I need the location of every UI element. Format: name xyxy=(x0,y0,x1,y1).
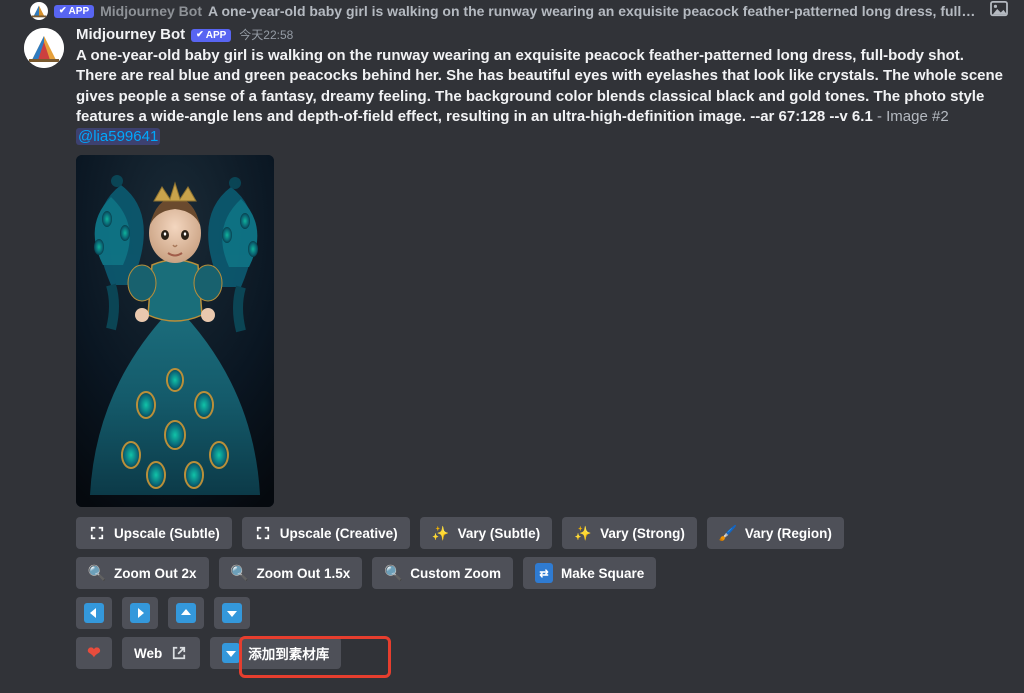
button-rows: Upscale (Subtle) Upscale (Creative) ✨ Va… xyxy=(76,517,1008,669)
message: Midjourney Bot ✔ APP 今天22:58 A one-year-… xyxy=(24,26,1008,669)
external-link-icon xyxy=(170,644,188,662)
label: Vary (Region) xyxy=(745,526,832,541)
button-row-3 xyxy=(76,597,1008,629)
zoom-out-2x-button[interactable]: 🔍 Zoom Out 2x xyxy=(76,557,209,589)
sparkle-icon: ✨ xyxy=(432,524,450,542)
generated-image[interactable] xyxy=(76,155,274,507)
button-row-2: 🔍 Zoom Out 2x 🔍 Zoom Out 1.5x 🔍 Custom Z… xyxy=(76,557,1008,589)
add-to-library-button[interactable]: 添加到素材库 xyxy=(210,637,341,669)
vary-region-button[interactable]: 🖌️ Vary (Region) xyxy=(707,517,844,549)
favorite-button[interactable]: ❤ xyxy=(76,637,112,669)
previous-message-row: ✔ APP Midjourney Bot A one-year-old baby… xyxy=(30,0,1014,22)
label: Upscale (Subtle) xyxy=(114,526,220,541)
arrow-up-icon xyxy=(176,603,196,623)
app-badge-label: APP xyxy=(69,6,90,17)
expand-icon xyxy=(254,524,272,542)
label: 添加到素材库 xyxy=(248,643,329,663)
verified-check-icon: ✔ xyxy=(196,30,204,40)
zoom-out-1-5x-button[interactable]: 🔍 Zoom Out 1.5x xyxy=(219,557,363,589)
app-badge: ✔ APP xyxy=(54,5,94,18)
button-row-1: Upscale (Subtle) Upscale (Creative) ✨ Va… xyxy=(76,517,1008,549)
previous-bot-name: Midjourney Bot xyxy=(100,3,202,19)
make-square-button[interactable]: ⇄ Make Square xyxy=(523,557,656,589)
app-badge-label: APP xyxy=(206,30,227,41)
custom-zoom-button[interactable]: 🔍 Custom Zoom xyxy=(372,557,513,589)
app-badge: ✔ APP xyxy=(191,29,231,42)
brush-icon: 🖌️ xyxy=(719,524,737,542)
previous-avatar xyxy=(30,2,48,20)
label: Zoom Out 2x xyxy=(114,566,197,581)
swap-icon: ⇄ xyxy=(535,564,553,582)
vary-strong-button[interactable]: ✨ Vary (Strong) xyxy=(562,517,697,549)
magnifier-icon: 🔍 xyxy=(231,564,249,582)
prompt-main: A one-year-old baby girl is walking on t… xyxy=(76,47,1003,125)
user-mention[interactable]: @lia599641 xyxy=(76,128,160,145)
label: Zoom Out 1.5x xyxy=(257,566,351,581)
timestamp: 今天22:58 xyxy=(239,28,293,42)
image-preview-icon[interactable] xyxy=(990,1,1014,22)
pan-right-button[interactable] xyxy=(122,597,158,629)
button-row-4: ❤ Web 添加到素材库 xyxy=(76,637,1008,669)
label: Vary (Strong) xyxy=(600,526,685,541)
heart-icon: ❤ xyxy=(87,643,100,663)
vary-subtle-button[interactable]: ✨ Vary (Subtle) xyxy=(420,517,553,549)
previous-message-preview: A one-year-old baby girl is walking on t… xyxy=(208,3,984,19)
arrow-right-icon xyxy=(130,603,150,623)
bot-name[interactable]: Midjourney Bot xyxy=(76,26,185,44)
magnifier-icon: 🔍 xyxy=(384,564,402,582)
upscale-creative-button[interactable]: Upscale (Creative) xyxy=(242,517,410,549)
label: Upscale (Creative) xyxy=(280,526,398,541)
magnifier-icon: 🔍 xyxy=(88,564,106,582)
prompt-meta: - Image #2 xyxy=(873,108,949,125)
label: Vary (Subtle) xyxy=(458,526,541,541)
bot-avatar[interactable] xyxy=(24,28,64,68)
label: Web xyxy=(134,646,162,661)
pan-down-button[interactable] xyxy=(214,597,250,629)
sparkle-icon: ✨ xyxy=(574,524,592,542)
download-icon xyxy=(222,644,240,662)
prompt-text: A one-year-old baby girl is walking on t… xyxy=(76,46,1008,147)
label: Custom Zoom xyxy=(410,566,501,581)
message-header: Midjourney Bot ✔ APP 今天22:58 xyxy=(76,26,1008,44)
arrow-left-icon xyxy=(84,603,104,623)
upscale-subtle-button[interactable]: Upscale (Subtle) xyxy=(76,517,232,549)
pan-up-button[interactable] xyxy=(168,597,204,629)
verified-check-icon: ✔ xyxy=(59,6,67,16)
expand-icon xyxy=(88,524,106,542)
pan-left-button[interactable] xyxy=(76,597,112,629)
web-link-button[interactable]: Web xyxy=(122,637,200,669)
arrow-down-icon xyxy=(222,603,242,623)
label: Make Square xyxy=(561,566,644,581)
